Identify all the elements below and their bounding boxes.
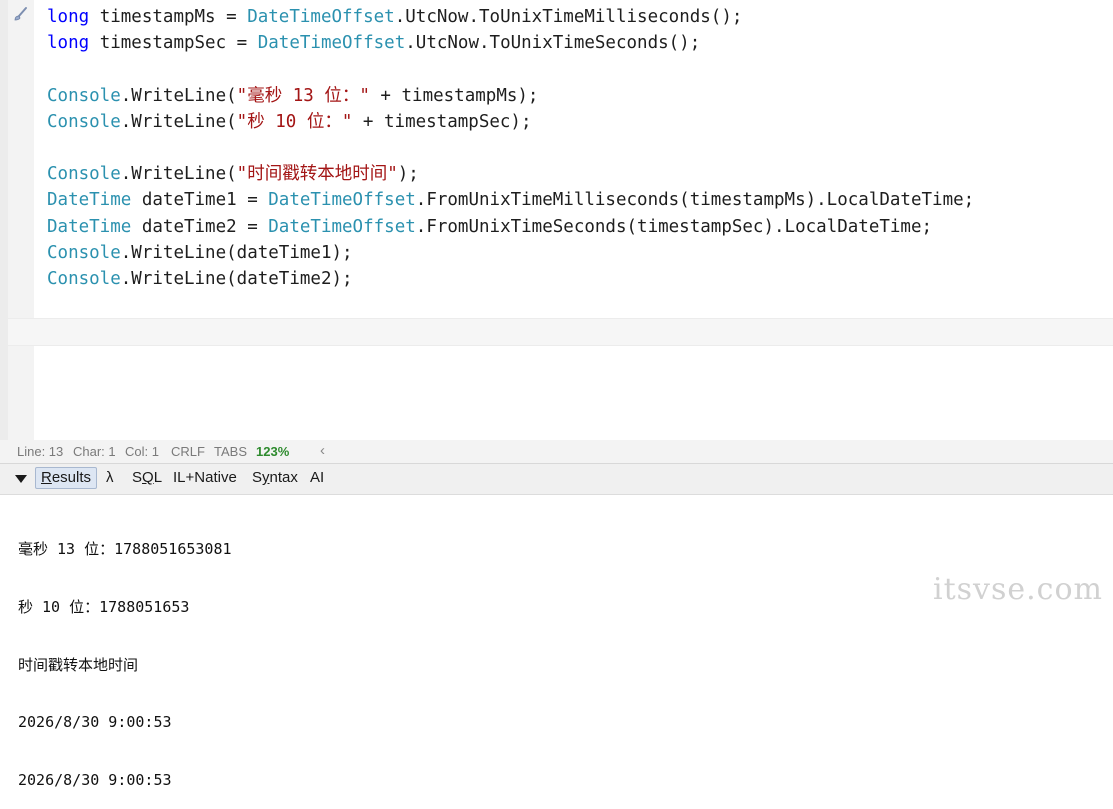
code-line[interactable]	[47, 135, 974, 161]
output-line: 2026/8/30 9:00:53	[18, 713, 172, 732]
watermark: itsvse.com	[933, 572, 1103, 607]
tab-results[interactable]: Results	[35, 467, 98, 489]
code-token: .WriteLine(dateTime2);	[120, 268, 353, 289]
code-token: Console	[47, 242, 121, 263]
code-token: Console	[47, 268, 121, 289]
gutter-margin	[0, 0, 8, 440]
tab-il-native[interactable]: IL+Native	[173, 468, 237, 488]
code-token: .UtcNow.ToUnixTimeMilliseconds();	[394, 7, 743, 27]
code-token: DateTimeOffset	[257, 33, 406, 54]
access-key: R	[41, 469, 52, 486]
code-token: DateTime	[47, 190, 132, 211]
output-line: 毫秒 13 位：1788051653081	[18, 540, 232, 559]
code-token: "毫秒 13 位："	[236, 85, 370, 106]
code-token: DateTimeOffset	[268, 190, 416, 211]
status-bar: Line: 13 Char: 1 Col: 1 CRLF TABS 123% ‹	[0, 440, 1113, 464]
output-line: 秒 10 位：1788051653	[18, 598, 190, 617]
tab-ai[interactable]: AI	[310, 468, 324, 488]
access-key: Q	[142, 469, 154, 486]
code-token: DateTimeOffset	[247, 7, 395, 27]
code-token: .FromUnixTimeMilliseconds(timestampMs).L…	[415, 190, 975, 211]
code-token: DateTime	[47, 216, 132, 237]
tab-lambda[interactable]: λ	[106, 468, 114, 488]
code-token: + timestampMs);	[369, 85, 539, 106]
code-token: .WriteLine(	[120, 111, 237, 132]
code-text[interactable]: long timestampMs = DateTimeOffset.UtcNow…	[47, 4, 974, 292]
code-line[interactable]: long timestampSec = DateTimeOffset.UtcNo…	[47, 30, 974, 56]
collapse-icon[interactable]: ‹	[320, 442, 325, 459]
code-token: long	[47, 33, 90, 54]
access-key: y	[262, 469, 270, 486]
results-output[interactable]: 毫秒 13 位：1788051653081 秒 10 位：1788051653 …	[18, 502, 232, 809]
output-line: 时间戳转本地时间	[18, 655, 139, 674]
status-line: Line: 13	[17, 444, 64, 459]
code-token: + timestampSec);	[352, 111, 532, 132]
code-token: .FromUnixTimeSeconds(timestampSec).Local…	[415, 216, 933, 237]
tab-results-label: Results	[41, 469, 92, 486]
code-token: );	[397, 164, 419, 185]
code-token: timestampMs =	[89, 7, 248, 27]
status-indent[interactable]: TABS	[214, 444, 247, 459]
code-line[interactable]: Console.WriteLine(dateTime1);	[47, 240, 974, 266]
tab-sql[interactable]: SQL	[132, 468, 162, 488]
tab-syntax[interactable]: Syntax	[252, 468, 298, 488]
code-line[interactable]: Console.WriteLine("时间戳转本地时间");	[47, 161, 974, 187]
output-line: 2026/8/30 9:00:53	[18, 770, 172, 789]
code-token: Console	[47, 85, 121, 106]
status-zoom[interactable]: 123%	[256, 444, 289, 459]
code-token: "秒 10 位："	[236, 111, 353, 132]
tab-syntax-label: Syntax	[252, 469, 298, 486]
code-token: dateTime2 =	[131, 216, 269, 237]
current-line-highlight	[8, 318, 1113, 346]
code-line[interactable]: Console.WriteLine("毫秒 13 位：" + timestamp…	[47, 83, 974, 109]
editor-gutter	[0, 0, 34, 440]
tab-sql-label: SQL	[132, 469, 163, 486]
code-line[interactable]: DateTime dateTime1 = DateTimeOffset.From…	[47, 187, 974, 213]
code-token: .UtcNow.ToUnixTimeSeconds();	[405, 33, 701, 54]
code-token: DateTimeOffset	[268, 216, 416, 237]
brush-icon[interactable]	[11, 6, 29, 24]
code-token: "时间戳转本地时间"	[236, 164, 398, 185]
code-token: .WriteLine(	[120, 164, 237, 185]
code-editor[interactable]: long timestampMs = DateTimeOffset.UtcNow…	[0, 0, 1113, 440]
code-line[interactable]: DateTime dateTime2 = DateTimeOffset.From…	[47, 214, 974, 240]
code-line[interactable]: Console.WriteLine("秒 10 位：" + timestampS…	[47, 109, 974, 135]
code-token: dateTime1 =	[131, 190, 269, 211]
code-token: .WriteLine(	[120, 85, 237, 106]
code-token: .WriteLine(dateTime1);	[120, 242, 353, 263]
status-eol[interactable]: CRLF	[171, 444, 205, 459]
results-tab-bar: Results λ SQL IL+Native Syntax AI	[0, 464, 1113, 495]
status-col: Col: 1	[125, 444, 159, 459]
code-line[interactable]: Console.WriteLine(dateTime2);	[47, 266, 974, 292]
triangle-down-icon[interactable]	[15, 475, 27, 483]
code-line[interactable]: long timestampMs = DateTimeOffset.UtcNow…	[47, 4, 974, 30]
status-char: Char: 1	[73, 444, 116, 459]
code-line[interactable]	[47, 56, 974, 82]
code-token: timestampSec =	[89, 33, 258, 54]
code-token: Console	[47, 111, 121, 132]
code-token: Console	[47, 164, 121, 185]
code-token: long	[47, 7, 90, 27]
